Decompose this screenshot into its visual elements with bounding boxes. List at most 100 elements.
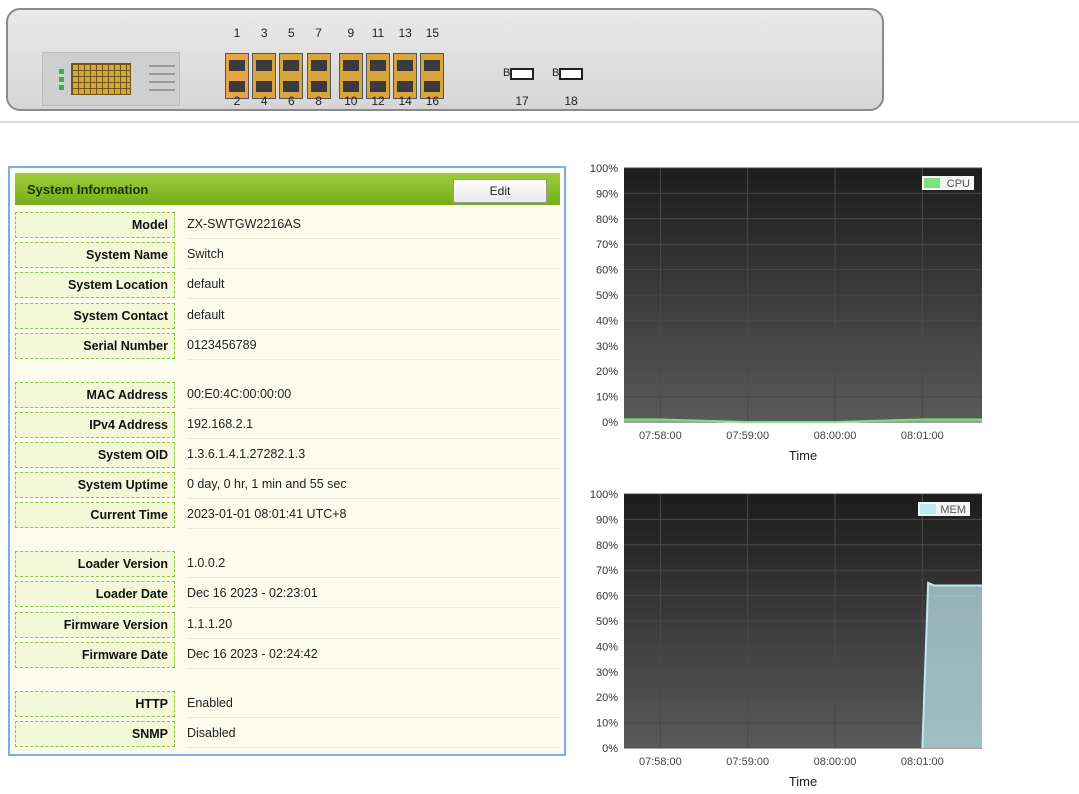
info-label: System OID: [15, 442, 175, 468]
x-tick-label: 07:59:00: [726, 756, 769, 768]
y-tick-label: 30%: [596, 667, 618, 679]
panel-title: System Information: [27, 182, 149, 197]
port-number-bottom: 12: [371, 94, 385, 108]
chart-legend: MEM: [918, 502, 970, 516]
x-tick-label: 07:58:00: [639, 430, 682, 442]
y-tick-label: 80%: [596, 214, 618, 226]
port-number-top: 15: [425, 26, 440, 40]
ethernet-port[interactable]: [252, 53, 277, 99]
port-number-top: 13: [398, 26, 412, 40]
ethernet-port[interactable]: [306, 53, 331, 99]
port-number-top: 7: [315, 26, 322, 40]
info-value: default: [187, 272, 560, 300]
info-value: Dec 16 2023 - 02:24:42: [187, 642, 560, 669]
info-row: Firmware Version 1.1.1.20: [15, 611, 560, 639]
info-row: SNMP Disabled: [15, 720, 560, 748]
y-tick-label: 70%: [596, 239, 618, 251]
chart-legend: CPU: [922, 176, 974, 190]
info-label: MAC Address: [15, 381, 175, 408]
info-value: Switch: [187, 242, 560, 270]
y-tick-label: 20%: [596, 692, 618, 704]
info-value: Disabled: [187, 721, 560, 748]
x-tick-label: 07:58:00: [639, 756, 682, 768]
mini-label: [149, 65, 175, 67]
info-value: 1.0.0.2: [187, 551, 560, 579]
y-tick-label: 10%: [596, 392, 618, 404]
info-row: Loader Date Dec 16 2023 - 02:23:01: [15, 581, 560, 609]
ethernet-port[interactable]: [338, 53, 363, 99]
info-label: Firmware Version: [15, 611, 175, 638]
info-row: Serial Number 0123456789: [15, 332, 560, 360]
info-label: Firmware Date: [15, 641, 175, 668]
info-value: 2023-01-01 08:01:41 UTC+8: [187, 502, 560, 530]
port-number-bottom: 8: [315, 94, 322, 108]
port-number-bottom: 6: [288, 94, 295, 108]
y-tick-label: 100%: [590, 489, 618, 501]
sfp-port[interactable]: [510, 68, 534, 80]
x-tick-label: 08:00:00: [814, 756, 857, 768]
y-tick-label: 40%: [596, 315, 618, 327]
info-label: System Name: [15, 242, 175, 269]
info-value: 0123456789: [187, 333, 560, 360]
info-value: 1.1.1.20: [187, 612, 560, 639]
sfp-port[interactable]: [559, 68, 583, 80]
info-row: System OID 1.3.6.1.4.1.27282.1.3: [15, 442, 560, 469]
x-tick-label: 07:59:00: [726, 430, 769, 442]
info-label: IPv4 Address: [15, 411, 175, 438]
port-number-top: 1: [233, 26, 241, 40]
x-axis-label: Time: [789, 448, 817, 463]
info-row: Model ZX-SWTGW2216AS: [15, 212, 560, 239]
sfp-port-number: 18: [564, 94, 578, 108]
y-tick-label: 90%: [596, 188, 618, 200]
legend-swatch: [924, 178, 940, 188]
x-tick-label: 08:01:00: [901, 430, 944, 442]
memory-chart-svg: 0% 10% 20% 30% 40% 50% 60% 70% 80% 90% 100% 07:58:0…: [590, 489, 982, 789]
ethernet-port[interactable]: [420, 53, 445, 99]
port-number-top: 3: [260, 26, 268, 40]
sfp-marker: B: [503, 67, 511, 79]
cpu-usage-chart: 0% 10% 20% 30% 40% 50% 60% 70% 80% 90% 100% 07:58:0…: [580, 160, 990, 470]
ethernet-port[interactable]: [393, 53, 418, 99]
divider: [0, 121, 1079, 123]
status-led: [59, 69, 64, 74]
info-row: HTTP Enabled: [15, 690, 560, 718]
legend-label: CPU: [947, 178, 970, 190]
x-tick-label: 08:00:00: [814, 430, 857, 442]
port-number-bottom: 2: [233, 94, 241, 108]
info-value: 192.168.2.1: [187, 412, 560, 439]
y-tick-label: 60%: [596, 591, 618, 603]
ethernet-port[interactable]: [366, 53, 390, 99]
port-number-bottom: 14: [398, 94, 412, 108]
info-label: HTTP: [15, 690, 175, 717]
info-value: 0 day, 0 hr, 1 min and 55 sec: [187, 472, 560, 500]
y-tick-label: 80%: [596, 540, 618, 552]
info-label: Serial Number: [15, 332, 175, 359]
sfp-port-number: 17: [515, 94, 529, 108]
info-label: Current Time: [15, 502, 175, 529]
info-value: Dec 16 2023 - 02:23:01: [187, 581, 560, 609]
info-row: Firmware Date Dec 16 2023 - 02:24:42: [15, 641, 560, 669]
y-tick-label: 90%: [596, 514, 618, 526]
info-row: System Uptime 0 day, 0 hr, 1 min and 55 s…: [15, 472, 560, 500]
y-tick-label: 30%: [596, 341, 618, 353]
edit-button[interactable]: Edit: [453, 179, 547, 203]
info-value: default: [187, 303, 560, 330]
info-row: System Location default: [15, 272, 560, 300]
y-tick-label: 40%: [596, 641, 618, 653]
mini-label: [149, 89, 175, 91]
ethernet-port[interactable]: [279, 53, 304, 99]
info-value: 00:E0:4C:00:00:00: [187, 382, 560, 409]
y-tick-label: 20%: [596, 366, 618, 378]
mini-label: [149, 73, 175, 75]
info-value: ZX-SWTGW2216AS: [187, 212, 560, 239]
info-row: Loader Version 1.0.0.2: [15, 551, 560, 579]
mini-port-grid: [71, 63, 131, 95]
y-tick-label: 0%: [602, 743, 618, 755]
ethernet-port[interactable]: [225, 53, 249, 99]
info-value: Enabled: [187, 691, 560, 718]
y-tick-label: 50%: [596, 290, 618, 302]
x-tick-label: 08:01:00: [901, 756, 944, 768]
y-tick-label: 60%: [596, 265, 618, 277]
port-number-top: 5: [288, 26, 295, 40]
legend-swatch: [920, 504, 936, 514]
